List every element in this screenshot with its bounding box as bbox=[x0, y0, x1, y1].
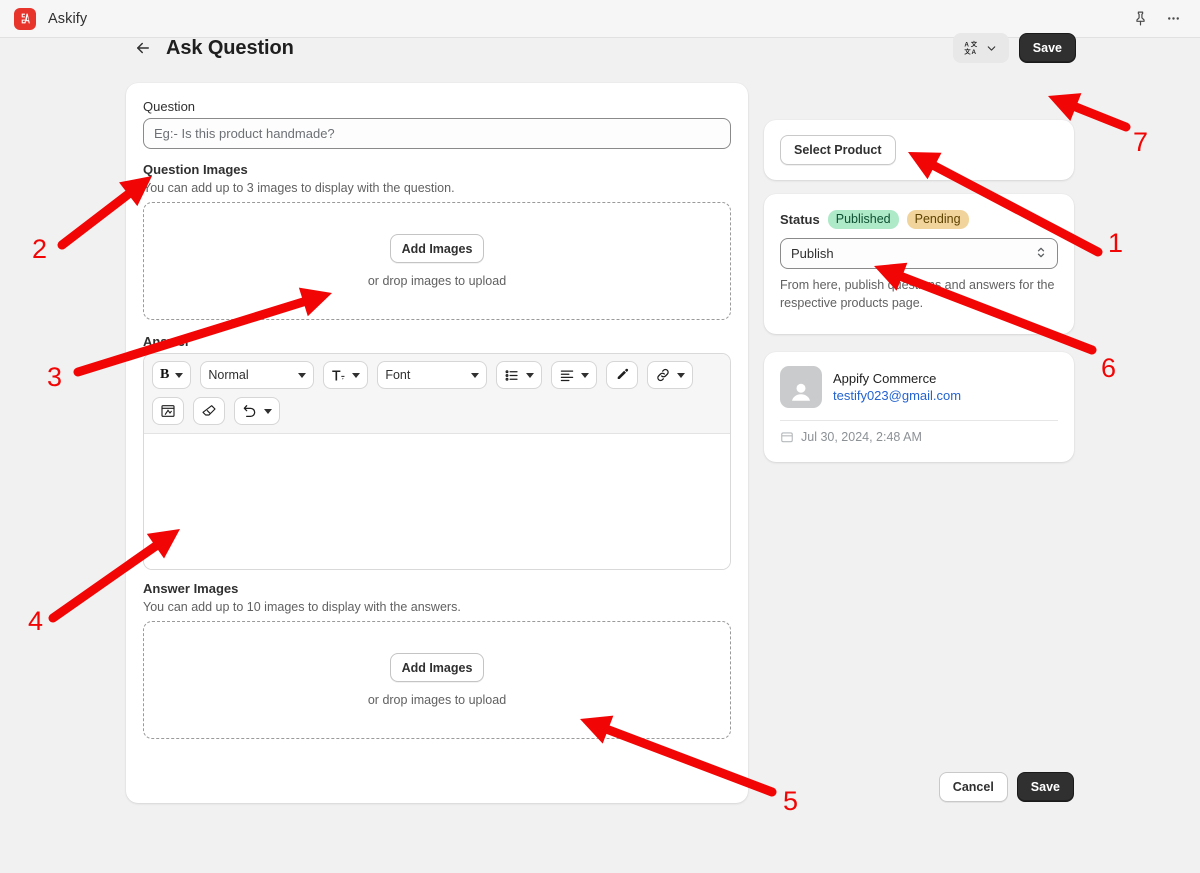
created-date: Jul 30, 2024, 2:48 AM bbox=[801, 430, 922, 444]
header-actions: A 文 文 A Save bbox=[952, 33, 1076, 63]
answer-label: Answer bbox=[143, 334, 190, 349]
heading-select[interactable]: Normal bbox=[200, 361, 315, 389]
question-label: Question bbox=[143, 99, 196, 114]
page-header: Ask Question A 文 文 A Save bbox=[126, 30, 1076, 66]
status-badge-pending: Pending bbox=[906, 210, 969, 230]
question-add-images-button[interactable]: Add Images bbox=[389, 234, 485, 263]
text-size-icon bbox=[331, 368, 346, 383]
arrow-left-icon[interactable] bbox=[131, 36, 155, 60]
chevron-down-icon bbox=[581, 372, 590, 378]
calendar-icon bbox=[780, 430, 794, 444]
app-name: Askify bbox=[48, 10, 88, 27]
author-card: Appify Commerce testify023@gmail.com Jul… bbox=[764, 352, 1074, 462]
askify-logo bbox=[14, 7, 36, 30]
clear-format-button[interactable] bbox=[193, 397, 225, 425]
editor-toolbar: B Normal Font bbox=[144, 354, 730, 434]
insert-media-button[interactable] bbox=[152, 397, 184, 425]
status-label: Status bbox=[780, 212, 820, 228]
undo-icon bbox=[242, 403, 258, 419]
undo-button[interactable] bbox=[234, 397, 280, 425]
media-insert-icon bbox=[160, 403, 176, 419]
chevron-down-icon bbox=[298, 372, 307, 378]
question-drop-hint: or drop images to upload bbox=[367, 274, 507, 288]
question-images-dropzone[interactable]: Add Images or drop images to upload bbox=[143, 202, 731, 320]
author-info: Appify Commerce testify023@gmail.com bbox=[833, 371, 961, 403]
chevron-down-icon bbox=[264, 408, 272, 414]
chevron-down-icon bbox=[175, 372, 184, 378]
select-product-button[interactable]: Select Product bbox=[780, 135, 896, 165]
eraser-icon bbox=[201, 403, 217, 419]
question-images-label: Question Images bbox=[143, 162, 248, 177]
chevron-down-icon bbox=[985, 42, 998, 55]
answer-drop-hint: or drop images to upload bbox=[367, 693, 507, 707]
answer-images-help: You can add up to 10 images to display w… bbox=[143, 600, 461, 614]
status-help-text: From here, publish questions and answers… bbox=[780, 278, 1055, 311]
chevron-updown-icon bbox=[1035, 245, 1047, 262]
font-select[interactable]: Font bbox=[377, 361, 488, 389]
status-card: Status Published Pending Publish From he… bbox=[764, 194, 1074, 334]
page-title: Ask Question bbox=[166, 36, 294, 59]
pen-icon bbox=[614, 367, 630, 383]
author-row: Appify Commerce testify023@gmail.com bbox=[780, 366, 1058, 408]
svg-text:A: A bbox=[971, 48, 976, 54]
bulleted-list-icon bbox=[504, 368, 520, 383]
save-button-bottom[interactable]: Save bbox=[1016, 772, 1074, 802]
highlight-pen-button[interactable] bbox=[606, 361, 639, 389]
chevron-down-icon bbox=[352, 372, 361, 378]
author-email-link[interactable]: testify023@gmail.com bbox=[833, 388, 961, 403]
svg-text:A: A bbox=[964, 41, 969, 48]
status-badge-published: Published bbox=[827, 210, 899, 230]
translate-icon: A 文 文 A bbox=[964, 39, 979, 57]
question-form-card: Question Question Images You can add up … bbox=[126, 83, 748, 803]
author-name: Appify Commerce bbox=[833, 371, 937, 386]
chevron-down-icon bbox=[471, 372, 480, 378]
list-button[interactable] bbox=[496, 361, 543, 389]
avatar bbox=[780, 366, 822, 408]
svg-text:文: 文 bbox=[971, 40, 978, 48]
publish-select[interactable]: Publish bbox=[780, 238, 1058, 270]
publish-select-value: Publish bbox=[791, 246, 834, 262]
answer-add-images-button[interactable]: Add Images bbox=[389, 653, 485, 682]
chevron-down-icon bbox=[526, 372, 535, 378]
text-style-button[interactable] bbox=[323, 361, 369, 389]
select-product-card: Select Product bbox=[764, 120, 1074, 180]
topbar-actions bbox=[1132, 10, 1186, 27]
heading-select-value: Normal bbox=[208, 368, 249, 382]
answer-editor: B Normal Font bbox=[143, 353, 731, 570]
link-button[interactable] bbox=[647, 361, 694, 389]
answer-text-area[interactable] bbox=[144, 434, 730, 569]
pushpin-icon[interactable] bbox=[1132, 10, 1149, 27]
translate-button[interactable]: A 文 文 A bbox=[952, 33, 1009, 63]
save-button-top[interactable]: Save bbox=[1018, 33, 1076, 63]
bold-button[interactable]: B bbox=[152, 361, 192, 389]
align-button[interactable] bbox=[551, 361, 598, 389]
cancel-button[interactable]: Cancel bbox=[938, 772, 1008, 802]
ellipsis-icon[interactable] bbox=[1165, 10, 1182, 27]
question-images-help: You can add up to 3 images to display wi… bbox=[143, 181, 455, 195]
link-icon bbox=[655, 367, 671, 383]
date-row: Jul 30, 2024, 2:48 AM bbox=[780, 421, 1058, 444]
footer-actions: Cancel Save bbox=[764, 772, 1074, 802]
question-input[interactable] bbox=[143, 118, 731, 149]
font-select-value: Font bbox=[385, 368, 411, 382]
chevron-down-icon bbox=[677, 372, 686, 378]
answer-images-label: Answer Images bbox=[143, 581, 239, 596]
answer-images-dropzone[interactable]: Add Images or drop images to upload bbox=[143, 621, 731, 739]
bold-icon: B bbox=[160, 367, 170, 382]
status-row: Status Published Pending bbox=[780, 210, 1058, 230]
text-align-icon bbox=[559, 368, 575, 383]
